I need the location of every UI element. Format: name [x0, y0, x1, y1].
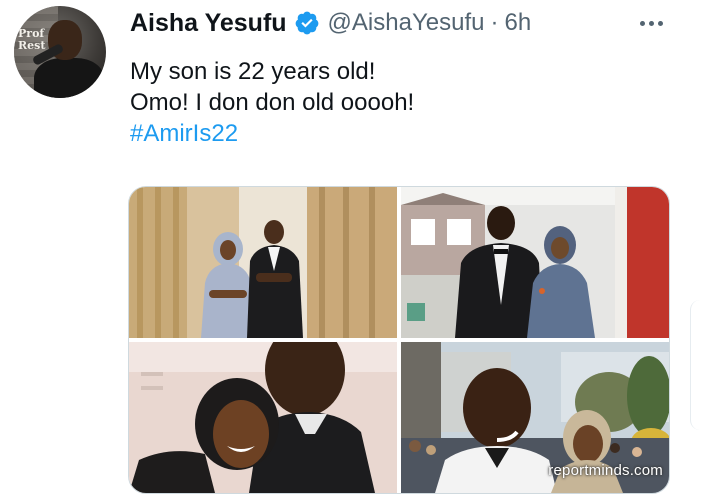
photo-4[interactable]: reportminds.com — [401, 342, 669, 493]
author-handle[interactable]: @AishaYesufu — [328, 9, 485, 37]
media-grid: reportminds.com — [128, 186, 670, 494]
more-options-icon[interactable] — [634, 10, 668, 36]
photo-1[interactable] — [129, 187, 397, 338]
more-dot — [657, 20, 663, 26]
watermark: reportminds.com — [548, 462, 663, 479]
photo-1-image — [129, 187, 397, 338]
tweet-text: My son is 22 years old! Omo! I don don o… — [130, 56, 414, 149]
tweet-timestamp[interactable]: 6h — [504, 9, 531, 37]
more-dot — [639, 20, 645, 26]
tweet-text-line: My son is 22 years old! — [130, 58, 376, 85]
tweet-header: Aisha Yesufu @AishaYesufu · 6h — [130, 6, 531, 40]
photo-3-image — [129, 342, 397, 493]
profile-avatar[interactable]: Prof Rest — [14, 6, 106, 98]
tweet-text-line: Omo! I don don old ooooh! — [130, 89, 415, 116]
header-separator: · — [490, 9, 499, 36]
photo-3[interactable] — [129, 342, 397, 493]
author-name[interactable]: Aisha Yesufu — [130, 9, 287, 38]
verified-badge-icon — [295, 11, 318, 35]
photo-2-image — [401, 187, 669, 338]
more-dot — [648, 20, 654, 26]
photo-2[interactable] — [401, 187, 669, 338]
hashtag-link[interactable]: #AmirIs22 — [130, 118, 414, 149]
avatar-shirt — [34, 58, 104, 98]
side-panel-edge — [690, 300, 702, 430]
avatar-wall-text: Prof Rest — [18, 27, 46, 52]
